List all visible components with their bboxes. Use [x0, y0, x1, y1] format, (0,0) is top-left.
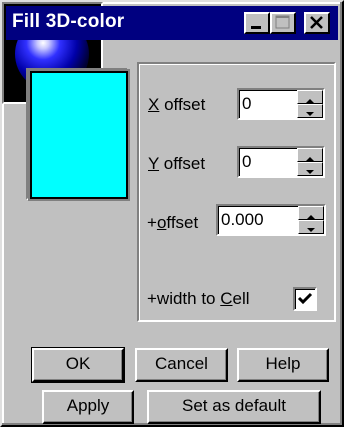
close-button[interactable] — [304, 12, 330, 34]
minimize-button[interactable] — [244, 12, 270, 34]
color-swatch[interactable] — [28, 69, 130, 201]
maximize-button[interactable] — [270, 12, 296, 34]
arrow-down-icon — [306, 170, 314, 174]
x-offset-up-button[interactable] — [297, 90, 323, 104]
x-offset-input[interactable] — [242, 92, 292, 116]
close-icon — [310, 16, 323, 29]
maximize-icon — [275, 15, 290, 29]
y-offset-up-button[interactable] — [297, 148, 323, 162]
width-to-cell-checkbox[interactable] — [293, 287, 317, 311]
ok-button[interactable]: OK — [31, 347, 125, 383]
set-as-default-button[interactable]: Set as default — [147, 390, 321, 424]
x-offset-down-button[interactable] — [297, 104, 323, 118]
arrow-down-icon — [306, 112, 314, 116]
help-button[interactable]: Help — [237, 348, 329, 382]
plus-offset-spinner[interactable] — [216, 204, 326, 236]
y-offset-down-button[interactable] — [297, 162, 323, 176]
apply-button[interactable]: Apply — [42, 390, 134, 424]
plus-offset-input[interactable] — [221, 208, 295, 232]
y-offset-input[interactable] — [242, 150, 292, 174]
plus-offset-down-button[interactable] — [298, 220, 324, 234]
fill-3d-color-dialog: Fill 3D-color X offset 0 Y offset 0 +off… — [0, 0, 344, 427]
minimize-icon — [251, 26, 261, 29]
x-offset-label: X offset — [148, 95, 206, 114]
y-offset-label: Y offset — [148, 154, 206, 173]
width-to-cell-label: +width to Cell — [147, 289, 250, 308]
plus-offset-label: +offset — [147, 213, 199, 232]
arrow-down-icon — [307, 228, 315, 232]
y-offset-spinner[interactable] — [237, 146, 325, 178]
x-offset-spinner[interactable] — [237, 88, 325, 120]
title-bar[interactable]: Fill 3D-color — [6, 6, 338, 40]
checkmark-icon — [297, 292, 313, 305]
cancel-button[interactable]: Cancel — [135, 348, 228, 382]
plus-offset-up-button[interactable] — [298, 206, 324, 220]
window-title: Fill 3D-color — [12, 11, 125, 32]
